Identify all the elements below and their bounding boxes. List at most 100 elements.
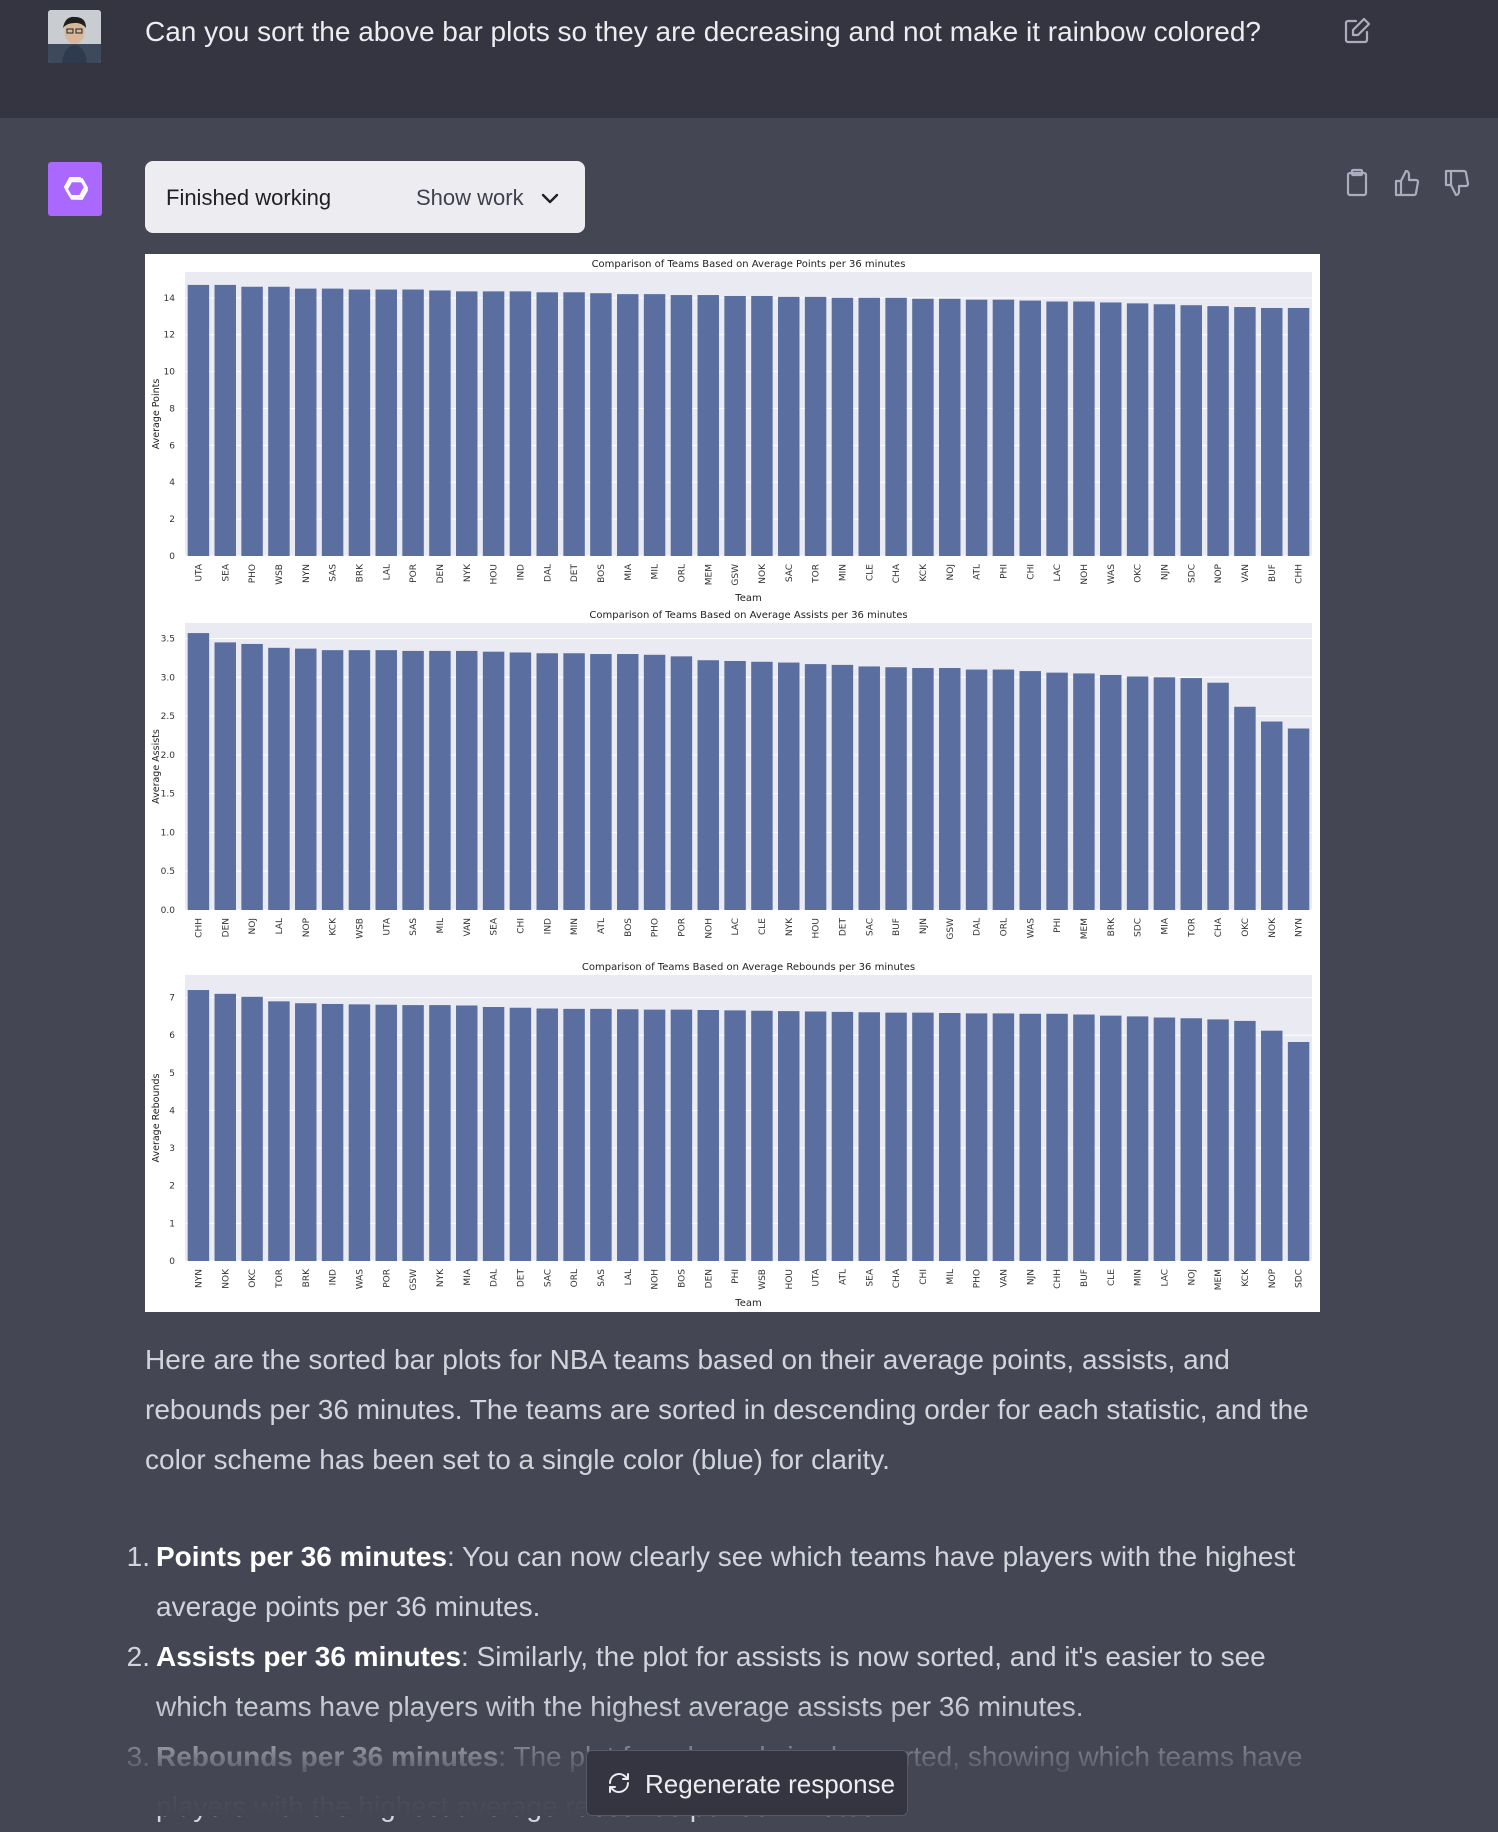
x-tick-label: UTA [194,563,204,581]
bar-van [1234,307,1256,556]
thumbs-down-icon[interactable] [1440,166,1474,200]
bar-lac [724,661,746,910]
x-tick-label: CHA [892,563,902,583]
x-tick-label: PHI [999,564,1009,579]
x-tick-label: VAN [463,918,473,936]
y-axis-label: Average Points [151,379,162,450]
x-tick-label: NYN [302,564,312,583]
show-work-label: Show work [416,185,524,210]
user-message-row: Can you sort the above bar plots so they… [0,0,1498,118]
bar-sea [858,1012,880,1261]
x-tick-label: SAC [543,1269,553,1287]
y-tick-label: 0 [169,1257,175,1267]
bar-wsb [348,650,371,910]
bar-uta [187,284,210,556]
show-work-toggle[interactable]: Finished working Show work [145,161,585,233]
x-tick-label: MIN [1134,1269,1144,1286]
bar-gsw [724,295,746,556]
chevron-down-icon [539,187,561,209]
x-tick-label: DET [516,1269,526,1288]
y-tick-label: 2 [169,515,175,525]
x-tick-label: NOK [1268,917,1278,938]
bar-nop [295,648,317,910]
x-tick-label: MIL [651,564,661,579]
x-tick-label: HOU [812,918,822,938]
x-tick-label: UTA [812,1268,822,1286]
bar-orl [992,669,1015,910]
x-tick-label: MEM [704,564,714,585]
thumbs-up-icon[interactable] [1390,166,1424,200]
user-message-text: Can you sort the above bar plots so they… [145,16,1261,47]
bar-lal [268,647,290,910]
x-tick-label: ATL [973,564,983,580]
y-tick-label: 3.5 [161,635,175,645]
y-tick-label: 1 [169,1219,175,1229]
x-tick-label: POR [677,918,687,937]
bar-hou [482,291,505,556]
bar-mem [1207,1019,1229,1261]
bar-dal [965,669,988,910]
x-tick-label: SAS [597,1269,607,1287]
y-tick-label: 14 [164,294,176,304]
list-item-title: Assists per 36 minutes [156,1641,462,1672]
x-tick-label: GSW [731,564,741,586]
bar-den [697,1009,719,1261]
x-tick-label: MIN [838,564,848,581]
list-item: 1. Points per 36 minutes: You can now cl… [110,1532,1335,1632]
x-axis-label: Team [734,1298,761,1309]
x-tick-label: DAL [490,1269,500,1287]
bar-noj [1180,1018,1202,1261]
response-intro-text: Here are the sorted bar plots for NBA te… [145,1344,1309,1475]
bar-charts-figure: 0 2 4 6 8 10 12 14 Comparison of Teams Based on … [145,254,1320,1312]
x-tick-label: IND [329,1269,339,1285]
x-tick-label: NOJ [248,918,258,934]
openai-logo-icon [63,177,89,200]
work-status-label: Finished working [166,185,332,210]
x-tick-label: SAC [865,918,875,936]
bar-njn [1153,304,1176,556]
chart-title: Comparison of Teams Based on Average Reb… [582,962,915,973]
list-item-number: 2. [126,1641,150,1672]
bar-lal [617,1009,639,1261]
bar-nok [751,295,773,556]
bar-wsb [268,286,290,556]
x-tick-label: PHI [731,1269,741,1284]
bar-hou [804,664,827,910]
y-tick-label: 2.5 [161,712,175,722]
bar-mem [697,295,719,556]
bar-sas [321,288,344,556]
bar-lac [1153,1017,1176,1261]
x-tick-label: DET [838,918,848,937]
bar-nyk [429,1005,451,1261]
bar-sac [858,666,880,910]
x-tick-label: DEN [221,918,231,937]
bar-nop [1261,1030,1283,1261]
bar-okc [1126,303,1149,556]
x-tick-label: KCK [329,917,339,936]
x-tick-label: DAL [543,564,553,582]
bar-chi [912,1012,934,1261]
y-axis-label: Average Assists [151,729,162,804]
x-tick-label: NYK [463,563,473,582]
x-axis-label: Team [734,593,761,604]
x-tick-label: SDC [1134,918,1144,937]
y-tick-label: 3 [169,1144,175,1154]
edit-icon[interactable] [1340,14,1374,48]
x-tick-label: WAS [1107,564,1117,585]
x-tick-label: SEA [221,563,231,581]
x-tick-label: BOS [624,918,634,937]
chart-title: Comparison of Teams Based on Average Ass… [589,610,907,621]
x-tick-label: CHH [1295,564,1305,584]
bar-noj [241,643,263,910]
bar-uta [375,650,397,910]
x-tick-label: IND [516,564,526,580]
regenerate-response-button[interactable]: Regenerate response [586,1750,908,1816]
bar-min [1126,1016,1149,1261]
bar-njn [912,667,934,910]
bar-brk [295,1003,317,1261]
bar-chh [1046,1013,1068,1261]
bar-kck [321,650,344,910]
bar-nyn [1287,728,1310,910]
bar-tor [804,296,827,556]
clipboard-icon[interactable] [1340,166,1374,200]
